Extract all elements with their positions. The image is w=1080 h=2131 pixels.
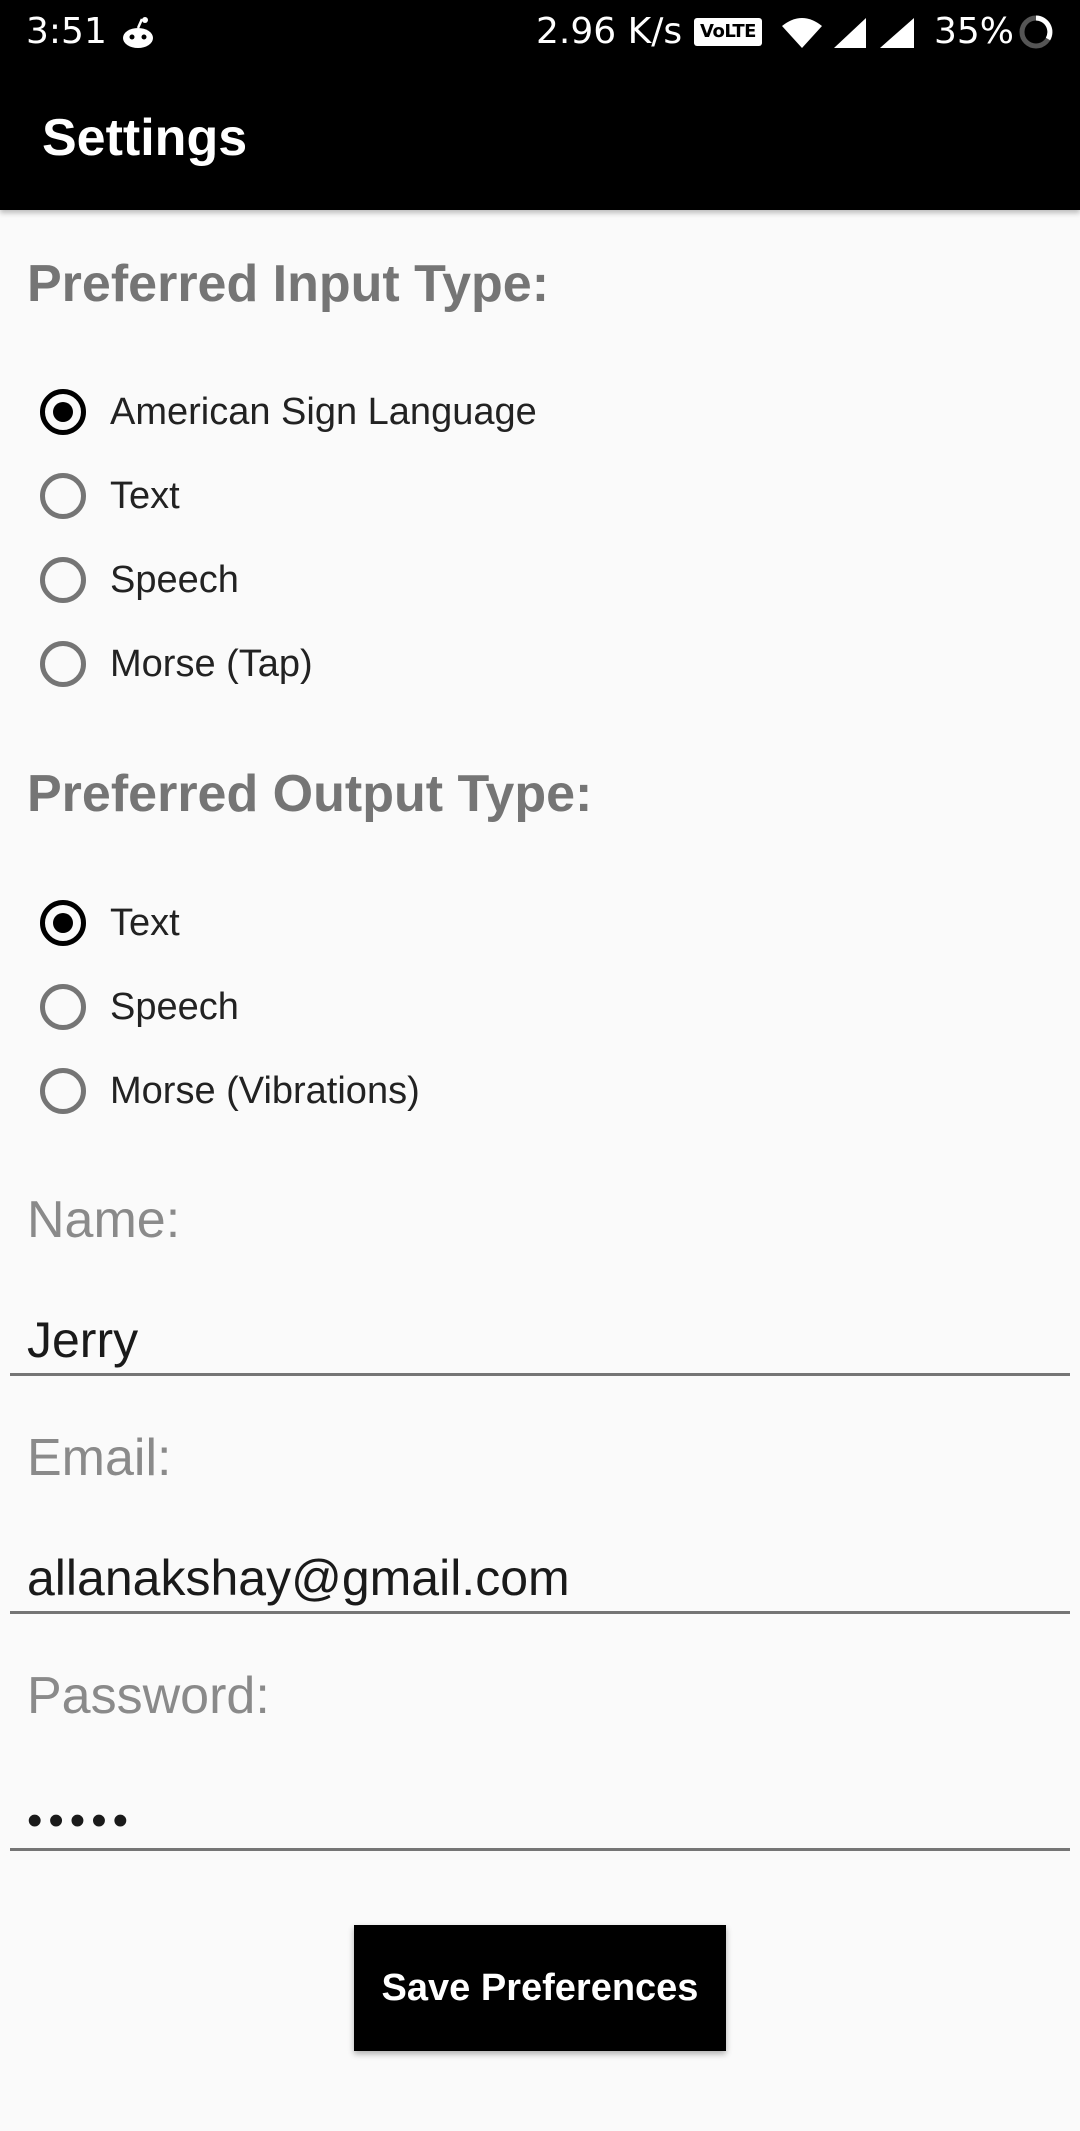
input-type-heading: Preferred Input Type: (27, 255, 550, 313)
radio-unchecked-icon[interactable] (40, 641, 86, 687)
signal-icon (834, 18, 866, 48)
page-title: Settings (42, 109, 248, 167)
output-option-morse-vibrations[interactable]: Morse (Vibrations) (40, 1059, 740, 1123)
battery-percent: 35% (934, 11, 1015, 52)
battery-icon (1019, 15, 1053, 49)
app-bar: Settings (0, 66, 1080, 210)
email-label: Email: (27, 1429, 172, 1487)
input-option-speech[interactable]: Speech (40, 548, 740, 612)
wifi-icon (782, 18, 822, 48)
radio-label: Morse (Tap) (110, 642, 313, 685)
name-label: Name: (27, 1191, 181, 1249)
password-label: Password: (27, 1667, 270, 1725)
output-option-text[interactable]: Text (40, 891, 740, 955)
save-preferences-button[interactable]: Save Preferences (354, 1925, 726, 2051)
status-time: 3:51 (26, 11, 107, 52)
radio-label: Speech (110, 985, 239, 1028)
radio-label: American Sign Language (110, 390, 537, 433)
status-bar: 3:51 2.96 K/s VoLTE 35% (0, 0, 1080, 66)
radio-label: Speech (110, 558, 239, 601)
radio-unchecked-icon[interactable] (40, 1068, 86, 1114)
input-option-morse-tap[interactable]: Morse (Tap) (40, 632, 740, 696)
email-value: allanakshay@gmail.com (27, 1550, 570, 1606)
input-option-text[interactable]: Text (40, 464, 740, 528)
radio-label: Text (110, 474, 180, 517)
signal-icon (880, 18, 914, 48)
radio-checked-icon[interactable] (40, 389, 86, 435)
radio-label: Text (110, 901, 180, 944)
radio-unchecked-icon[interactable] (40, 473, 86, 519)
password-value: ••••• (27, 1796, 135, 1845)
name-value: Jerry (27, 1312, 139, 1368)
volte-icon: VoLTE (694, 18, 762, 46)
radio-unchecked-icon[interactable] (40, 557, 86, 603)
radio-unchecked-icon[interactable] (40, 984, 86, 1030)
notification-icon (123, 17, 153, 48)
radio-label: Morse (Vibrations) (110, 1069, 420, 1112)
name-field[interactable]: Jerry (10, 1306, 1070, 1376)
output-type-heading: Preferred Output Type: (27, 765, 593, 823)
email-field[interactable]: allanakshay@gmail.com (10, 1544, 1070, 1614)
output-option-speech[interactable]: Speech (40, 975, 740, 1039)
radio-checked-icon[interactable] (40, 900, 86, 946)
input-option-asl[interactable]: American Sign Language (40, 380, 740, 444)
network-speed: 2.96 K/s (536, 11, 683, 52)
password-field[interactable]: ••••• (10, 1781, 1070, 1851)
